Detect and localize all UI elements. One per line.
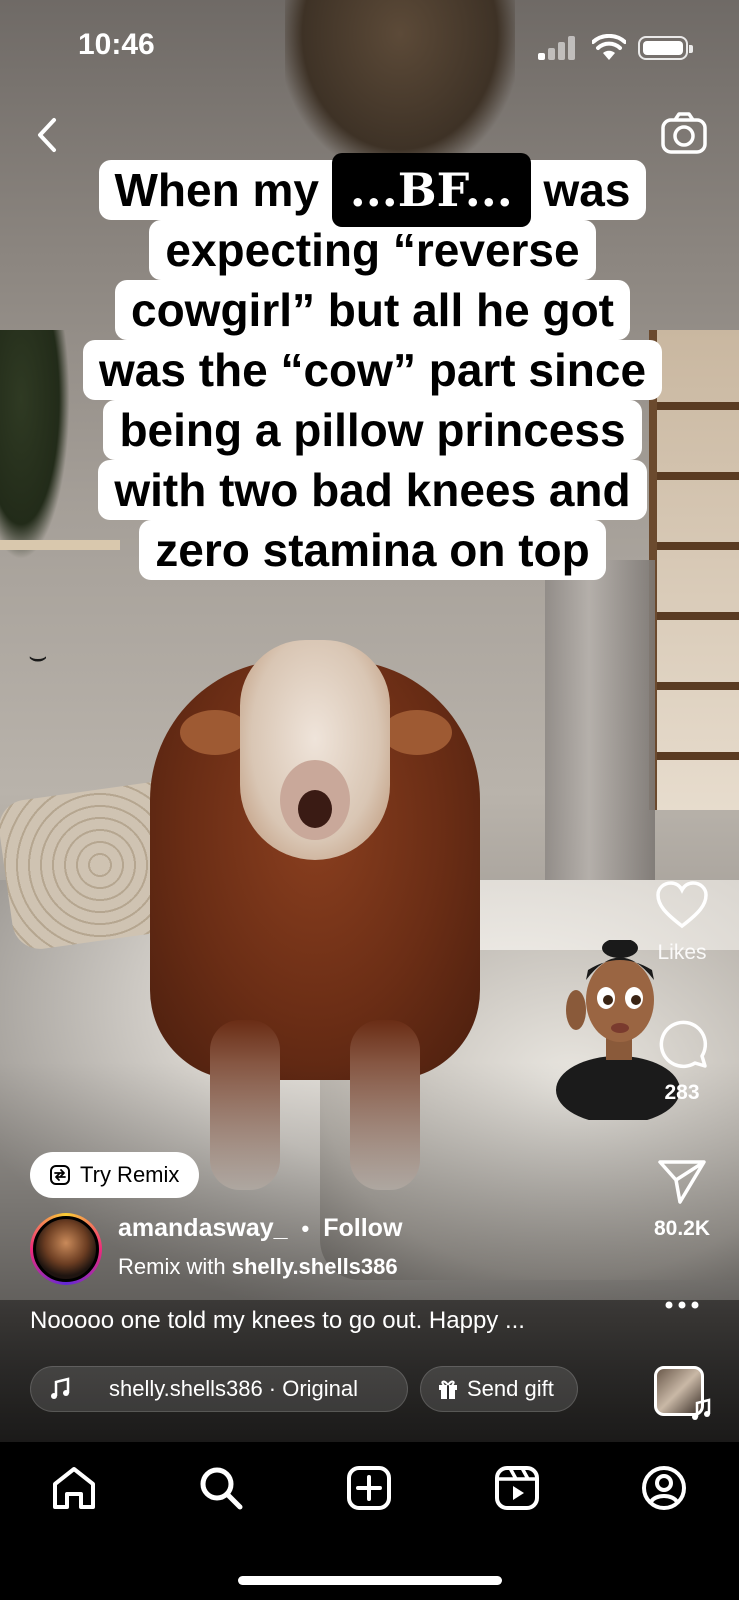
- send-gift-label: Send gift: [467, 1376, 554, 1401]
- comments-count: 283: [664, 1081, 700, 1104]
- more-options-icon[interactable]: [642, 1290, 722, 1320]
- home-icon[interactable]: [50, 1464, 98, 1512]
- caption-line: expecting “reverse: [149, 220, 596, 280]
- search-icon[interactable]: [197, 1464, 245, 1512]
- caption-line: with two bad knees and: [98, 460, 647, 520]
- caption-line: zero stamina on top: [139, 520, 606, 580]
- comment-icon: [659, 1020, 708, 1069]
- cellular-signal-icon: [538, 36, 578, 60]
- reel-description[interactable]: Nooooo one told my knees to go out. Happ…: [30, 1307, 630, 1335]
- author-avatar[interactable]: [30, 1213, 102, 1285]
- remix-user[interactable]: shelly.shells386: [232, 1254, 398, 1279]
- heart-icon: [656, 881, 708, 929]
- remix-icon: [50, 1165, 70, 1185]
- try-remix-label: Try Remix: [80, 1162, 180, 1187]
- comment-button[interactable]: 283: [642, 1016, 722, 1105]
- status-bar: 10:46: [0, 0, 739, 100]
- battery-icon: [638, 36, 693, 60]
- share-button[interactable]: 80.2K: [642, 1156, 722, 1241]
- send-icon: [658, 1160, 706, 1204]
- gift-icon: [439, 1380, 457, 1399]
- separator-dot: •: [301, 1215, 310, 1241]
- back-arrow-icon[interactable]: [28, 110, 68, 160]
- create-icon[interactable]: [345, 1464, 393, 1512]
- audio-label: shelly.shells386 · Original: [109, 1376, 359, 1401]
- camera-icon[interactable]: [660, 110, 708, 158]
- lashes-decal: ⌣: [28, 640, 48, 673]
- music-note-icon: [692, 1398, 711, 1420]
- author-line: amandasway_ • Follow: [118, 1214, 402, 1243]
- bottom-nav: [0, 1442, 739, 1600]
- profile-icon[interactable]: [640, 1464, 688, 1512]
- shares-count: 80.2K: [653, 1217, 711, 1240]
- caption-line: being a pillow princess: [103, 400, 642, 460]
- video-caption: When my ...BF... was expecting “reverse …: [60, 153, 685, 580]
- reels-icon[interactable]: [493, 1464, 541, 1512]
- music-note-icon: [51, 1377, 70, 1399]
- remix-attribution: Remix with shelly.shells386: [118, 1254, 398, 1279]
- send-gift-button[interactable]: Send gift: [420, 1366, 578, 1412]
- caption-line: When my ...BF... was: [98, 153, 647, 227]
- caption-line: cowgirl” but all he got: [115, 280, 630, 340]
- try-remix-button[interactable]: Try Remix: [30, 1152, 200, 1198]
- author-username[interactable]: amandasway_: [118, 1214, 288, 1243]
- wifi-icon: [592, 34, 626, 60]
- status-time: 10:46: [78, 28, 155, 61]
- caption-highlight: ...BF...: [331, 153, 531, 227]
- home-indicator[interactable]: [238, 1576, 502, 1585]
- caption-line: was the “cow” part since: [82, 340, 663, 400]
- follow-button[interactable]: Follow: [323, 1214, 402, 1243]
- audio-pill[interactable]: shelly.shells386 · Original: [30, 1366, 408, 1412]
